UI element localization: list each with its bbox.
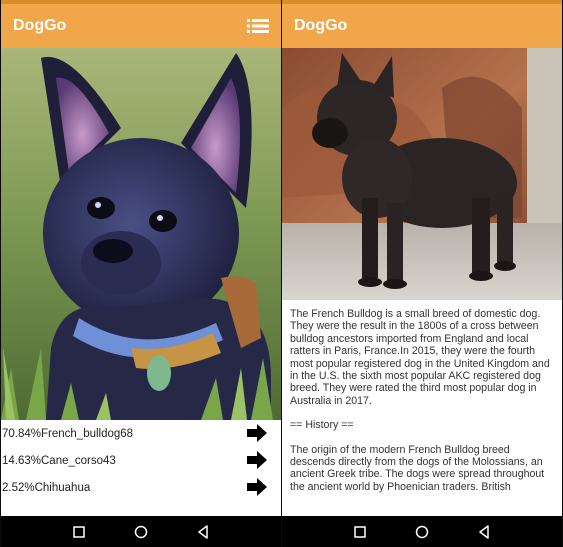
- prediction-row[interactable]: 70.84%French_bulldog68: [1, 420, 281, 447]
- app-title: DogGo: [294, 17, 348, 34]
- prediction-row[interactable]: 14.63%Cane_corso43: [1, 447, 281, 474]
- square-recents-icon[interactable]: [71, 524, 87, 540]
- left-screen: DogGo 70.84%French_bulldog68 14.63%Cane_…: [1, 0, 281, 547]
- arrow-right-icon[interactable]: [247, 424, 267, 442]
- prediction-list: 70.84%French_bulldog68 14.63%Cane_corso4…: [1, 420, 281, 501]
- dog-photo-illustration: [1, 48, 281, 420]
- right-screen: DogGo The French Bulldog is a small bree…: [282, 0, 562, 547]
- description-text: The French Bulldog is a small breed of d…: [290, 308, 550, 407]
- history-text: The origin of the modern French Bulldog …: [290, 443, 545, 493]
- prediction-label: 2.52%Chihuahua: [2, 481, 91, 494]
- prediction-label: 14.63%Cane_corso43: [2, 454, 116, 467]
- french-bulldog-standing-photo: [282, 48, 562, 300]
- french-bulldog-closeup-photo: [1, 48, 281, 420]
- circle-home-icon[interactable]: [133, 524, 149, 540]
- app-title: DogGo: [13, 17, 67, 34]
- circle-home-icon[interactable]: [414, 524, 430, 540]
- triangle-back-icon[interactable]: [195, 524, 211, 540]
- dog-photo-illustration: [282, 48, 562, 300]
- arrow-right-icon[interactable]: [247, 478, 267, 496]
- app-bar: DogGo: [282, 4, 562, 48]
- system-navigation-bar: [282, 516, 562, 547]
- list-menu-icon[interactable]: [247, 17, 269, 35]
- breed-description: The French Bulldog is a small breed of d…: [282, 300, 562, 510]
- history-heading: == History ==: [290, 419, 354, 432]
- square-recents-icon[interactable]: [352, 524, 368, 540]
- screenshot-frame: DogGo 70.84%French_bulldog68 14.63%Cane_…: [0, 0, 563, 547]
- prediction-row[interactable]: 2.52%Chihuahua: [1, 474, 281, 501]
- arrow-right-icon[interactable]: [247, 451, 267, 469]
- prediction-label: 70.84%French_bulldog68: [2, 427, 134, 440]
- system-navigation-bar: [1, 516, 281, 547]
- triangle-back-icon[interactable]: [476, 524, 492, 540]
- app-bar: DogGo: [1, 4, 281, 48]
